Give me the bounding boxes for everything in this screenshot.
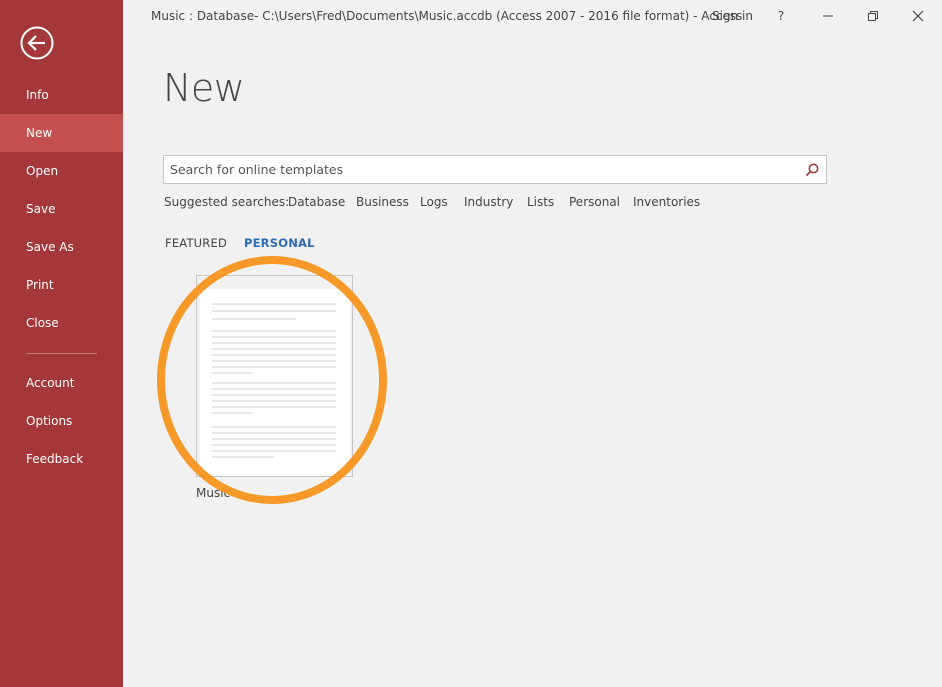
window-title: Music : Database- C:\Users\Fred\Document… xyxy=(151,9,743,23)
suggested-search-business[interactable]: Business xyxy=(356,195,409,209)
help-button[interactable]: ? xyxy=(771,6,791,26)
suggested-searches-label: Suggested searches: xyxy=(164,195,290,209)
suggested-search-lists[interactable]: Lists xyxy=(527,195,554,209)
sidebar-item-new[interactable]: New xyxy=(0,114,123,152)
sidebar-item-close[interactable]: Close xyxy=(0,304,123,342)
suggested-search-industry[interactable]: Industry xyxy=(464,195,513,209)
tab-featured[interactable]: FEATURED xyxy=(165,236,227,250)
close-icon[interactable] xyxy=(908,6,928,26)
sidebar-divider xyxy=(26,353,97,354)
search-box xyxy=(163,155,827,184)
search-input[interactable] xyxy=(164,156,796,183)
highlight-annotation xyxy=(150,250,395,510)
search-icon[interactable] xyxy=(804,162,820,178)
sidebar-item-options[interactable]: Options xyxy=(0,402,123,440)
minimize-icon[interactable] xyxy=(818,6,838,26)
page-title: New xyxy=(163,66,245,110)
sidebar-item-save-as[interactable]: Save As xyxy=(0,228,123,266)
suggested-search-personal[interactable]: Personal xyxy=(569,195,620,209)
suggested-search-inventories[interactable]: Inventories xyxy=(633,195,700,209)
sidebar-item-save[interactable]: Save xyxy=(0,190,123,228)
sidebar-item-account[interactable]: Account xyxy=(0,364,123,402)
sidebar-item-info[interactable]: Info xyxy=(0,76,123,114)
suggested-search-logs[interactable]: Logs xyxy=(420,195,448,209)
sidebar-item-print[interactable]: Print xyxy=(0,266,123,304)
restore-icon[interactable] xyxy=(863,6,883,26)
back-arrow-icon[interactable] xyxy=(20,26,54,60)
tab-personal[interactable]: PERSONAL xyxy=(244,236,315,250)
backstage-sidebar: Info New Open Save Save As Print Close A… xyxy=(0,0,123,687)
sidebar-item-feedback[interactable]: Feedback xyxy=(0,440,123,478)
sidebar-item-open[interactable]: Open xyxy=(0,152,123,190)
suggested-search-database[interactable]: Database xyxy=(288,195,345,209)
sign-in-link[interactable]: Sign in xyxy=(712,9,753,23)
